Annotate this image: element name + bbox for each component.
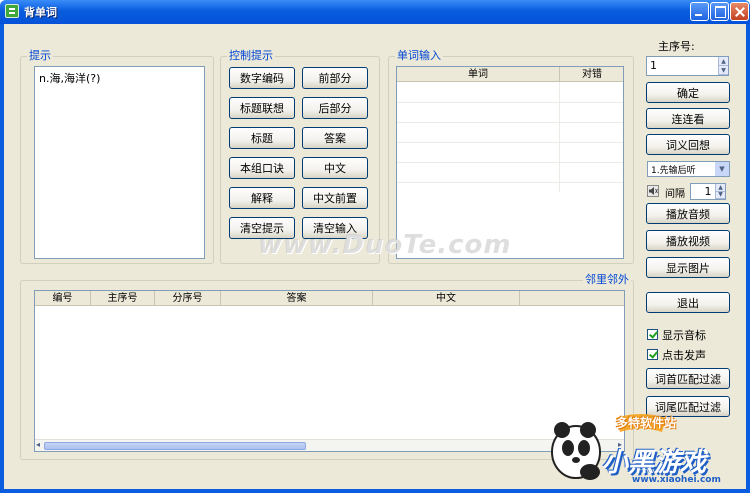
- col-header-number[interactable]: 编号: [35, 291, 91, 306]
- main-seq-spinner[interactable]: ▲ ▼: [718, 57, 728, 75]
- control-button-2-1[interactable]: 答案: [302, 127, 368, 149]
- neighbors-group: 邻里邻外 编号 主序号 分序号 答案 中文 ◂ ▸: [20, 274, 634, 460]
- control-button-4-1[interactable]: 中文前置: [302, 187, 368, 209]
- exit-button[interactable]: 退出: [646, 292, 730, 313]
- click-sound-label[interactable]: 点击发声: [662, 347, 706, 363]
- main-seq-input[interactable]: 1 ▲ ▼: [646, 56, 729, 76]
- control-legend: 控制提示: [227, 49, 275, 62]
- watermark-text: www.DuoTe.com: [258, 230, 512, 260]
- col-header-filler: [520, 291, 624, 306]
- control-button-4-0[interactable]: 解释: [229, 187, 295, 209]
- play-video-button[interactable]: 播放视频: [646, 230, 730, 251]
- mode-select-value: 1.先输后听: [651, 166, 696, 176]
- window-title: 背单词: [24, 6, 57, 19]
- col-header-main-seq[interactable]: 主序号: [91, 291, 155, 306]
- click-sound-checkbox[interactable]: [647, 349, 658, 360]
- interval-label: 间隔: [665, 189, 685, 200]
- control-button-3-1[interactable]: 中文: [302, 157, 368, 179]
- title-bar[interactable]: 背单词: [0, 0, 750, 24]
- client-area: 提示 n.海,海洋(?) 控制提示 数字编码 前部分 标题联想 后部分 标题 答案 本组口诀…: [4, 24, 746, 489]
- col-header-correct[interactable]: 对错: [560, 67, 623, 82]
- neighbors-legend: 邻里邻外: [583, 273, 631, 286]
- hints-group: 提示 n.海,海洋(?): [20, 50, 214, 264]
- col-header-word[interactable]: 单词: [397, 67, 560, 82]
- recall-meaning-button[interactable]: 词义回想: [646, 134, 730, 155]
- main-seq-value: 1: [650, 59, 657, 72]
- control-button-1-0[interactable]: 标题联想: [229, 97, 295, 119]
- logo-url-text: www.xiaohei.com: [632, 475, 721, 485]
- control-button-0-1[interactable]: 前部分: [302, 67, 368, 89]
- control-button-2-0[interactable]: 标题: [229, 127, 295, 149]
- control-button-3-0[interactable]: 本组口诀: [229, 157, 295, 179]
- col-header-chinese[interactable]: 中文: [373, 291, 520, 306]
- hint-item[interactable]: n.海,海洋(?): [35, 67, 204, 89]
- scroll-thumb[interactable]: [44, 442, 306, 450]
- main-seq-label: 主序号:: [658, 40, 695, 53]
- horizontal-scrollbar[interactable]: ◂ ▸: [35, 439, 624, 451]
- hints-legend: 提示: [27, 49, 53, 62]
- close-button[interactable]: [730, 2, 749, 21]
- col-header-sub-seq[interactable]: 分序号: [155, 291, 221, 306]
- interval-value: 1: [704, 185, 712, 198]
- confirm-button[interactable]: 确定: [646, 82, 730, 103]
- show-image-button[interactable]: 显示图片: [646, 257, 730, 278]
- hints-list[interactable]: n.海,海洋(?): [34, 66, 205, 259]
- control-button-1-1[interactable]: 后部分: [302, 97, 368, 119]
- app-icon: [5, 4, 19, 18]
- minimize-button[interactable]: [690, 2, 709, 21]
- word-input-legend: 单词输入: [395, 49, 443, 62]
- mode-select[interactable]: 1.先输后听 ▼: [647, 161, 730, 177]
- app-window: 背单词 提示 n.海,海洋(?) 控制提示 数字编码 前部分 标题联想 后部分 标题 答案…: [0, 0, 750, 493]
- speaker-icon[interactable]: [647, 185, 659, 197]
- chevron-down-icon[interactable]: ▼: [715, 162, 729, 176]
- col-header-answer[interactable]: 答案: [221, 291, 373, 306]
- control-button-0-0[interactable]: 数字编码: [229, 67, 295, 89]
- link-game-button[interactable]: 连连看: [646, 108, 730, 129]
- interval-spinner[interactable]: ▲ ▼: [715, 184, 725, 199]
- interval-input[interactable]: 1 ▲ ▼: [690, 183, 726, 200]
- show-phonetic-label[interactable]: 显示音标: [662, 327, 706, 343]
- maximize-button[interactable]: [710, 2, 729, 21]
- head-match-filter-button[interactable]: 词首匹配过滤: [646, 368, 730, 389]
- neighbors-table[interactable]: 编号 主序号 分序号 答案 中文 ◂ ▸: [34, 290, 625, 452]
- show-phonetic-checkbox[interactable]: [647, 329, 658, 340]
- logo-main-text: 小黑游戏: [602, 448, 707, 478]
- play-audio-button[interactable]: 播放音频: [646, 203, 730, 224]
- logo-top-text: 多特软件站: [616, 416, 677, 430]
- scroll-left-icon[interactable]: ◂: [36, 440, 40, 449]
